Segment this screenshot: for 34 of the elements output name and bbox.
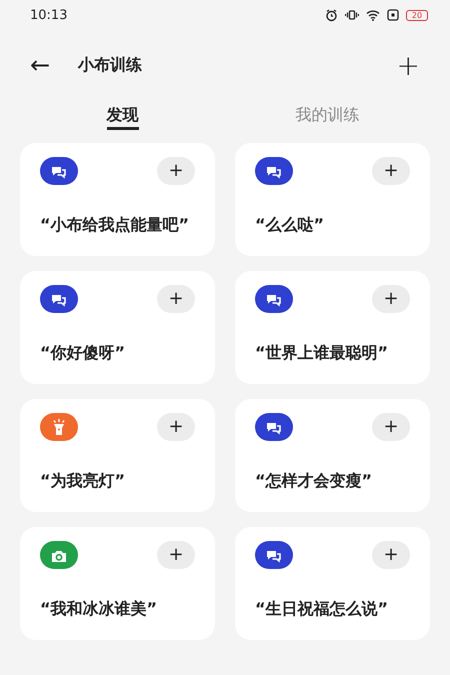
command-text: “小布给我点能量吧” xyxy=(40,214,190,236)
command-text: “为我亮灯” xyxy=(40,470,126,492)
add-button[interactable]: + xyxy=(396,48,420,82)
add-button[interactable]: + xyxy=(372,157,410,185)
command-card[interactable]: + “世界上谁最聪明” xyxy=(235,271,430,384)
page-title: 小布训练 xyxy=(78,54,143,76)
command-text: “你好傻呀” xyxy=(40,342,126,364)
battery-level: 20 xyxy=(406,10,428,20)
command-card[interactable]: + “小布给我点能量吧” xyxy=(20,143,215,256)
command-card[interactable]: + “生日祝福怎么说” xyxy=(235,527,430,640)
vibrate-icon xyxy=(345,9,359,21)
command-card[interactable]: + “你好傻呀” xyxy=(20,271,215,384)
add-button[interactable]: + xyxy=(372,413,410,441)
command-text: “世界上谁最聪明” xyxy=(255,342,390,364)
wifi-icon xyxy=(366,9,380,21)
back-button[interactable]: ← xyxy=(26,51,54,79)
tab[interactable]: 发现 xyxy=(20,100,225,140)
status-time: 10:13 xyxy=(30,8,68,22)
alarm-icon xyxy=(325,8,338,22)
command-card[interactable]: + “怎样才会变瘦” xyxy=(235,399,430,512)
add-button[interactable]: + xyxy=(157,157,195,185)
add-button[interactable]: + xyxy=(157,285,195,313)
command-text: “怎样才会变瘦” xyxy=(255,470,374,492)
command-text: “生日祝福怎么说” xyxy=(255,598,390,620)
screen-icon xyxy=(387,9,399,21)
command-text: “我和冰冰谁美” xyxy=(40,598,158,620)
command-text: “么么哒” xyxy=(255,214,326,236)
command-card[interactable]: + “我和冰冰谁美” xyxy=(20,527,215,640)
command-card[interactable]: + “为我亮灯” xyxy=(20,399,215,512)
command-card[interactable]: + “么么哒” xyxy=(235,143,430,256)
add-button[interactable]: + xyxy=(372,541,410,569)
add-button[interactable]: + xyxy=(372,285,410,313)
add-button[interactable]: + xyxy=(157,413,195,441)
add-button[interactable]: + xyxy=(157,541,195,569)
